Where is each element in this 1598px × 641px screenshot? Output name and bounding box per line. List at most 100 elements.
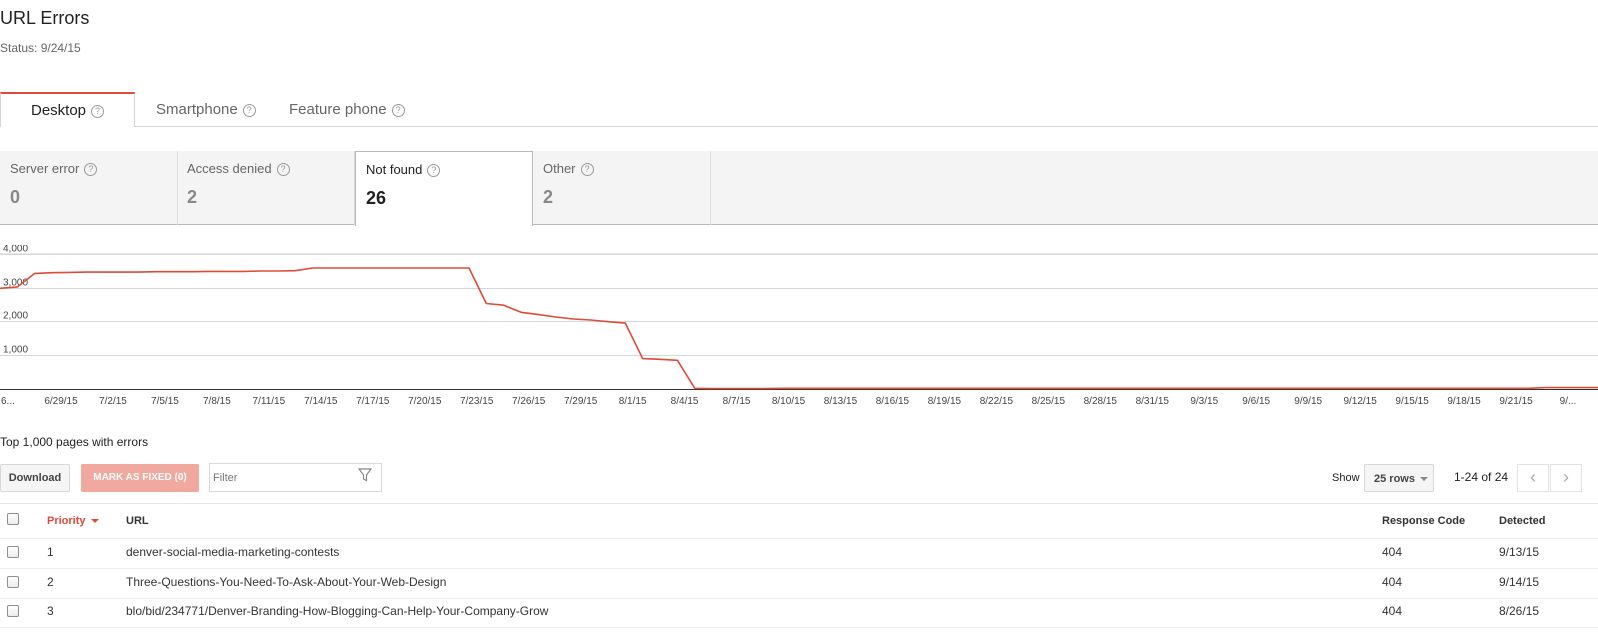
row-checkbox[interactable] bbox=[7, 576, 19, 588]
category-label: Other bbox=[543, 161, 576, 176]
tab-label: Desktop bbox=[30, 102, 87, 119]
row-priority: 2 bbox=[47, 575, 54, 589]
page-title: URL Errors bbox=[0, 8, 90, 28]
table-top-divider bbox=[0, 503, 1598, 504]
x-tick-label: 7/5/15 bbox=[151, 396, 179, 407]
x-tick-label: 7/26/15 bbox=[512, 396, 546, 407]
x-tick-label: 9/6/15 bbox=[1242, 396, 1270, 407]
row-response-code: 404 bbox=[1382, 604, 1403, 618]
column-header-detected[interactable]: Detected bbox=[1499, 515, 1545, 527]
x-tick-label: 8/28/15 bbox=[1084, 396, 1118, 407]
row-response-code: 404 bbox=[1382, 575, 1403, 589]
x-tick-label: 6... bbox=[1, 396, 15, 407]
table-row-divider bbox=[0, 627, 1598, 628]
prev-page-button[interactable]: ‹ bbox=[1517, 464, 1549, 492]
next-page-button[interactable]: › bbox=[1550, 464, 1582, 492]
x-tick-label: 8/16/15 bbox=[876, 396, 910, 407]
category-other[interactable]: Other? 2 bbox=[533, 151, 711, 225]
x-tick-label: 6/29/15 bbox=[44, 396, 78, 407]
table-row-divider bbox=[0, 568, 1598, 569]
tab-label: Smartphone bbox=[156, 101, 238, 118]
y-tick-label: 2,000 bbox=[3, 311, 28, 322]
help-icon[interactable]: ? bbox=[391, 103, 405, 117]
help-icon[interactable]: ? bbox=[580, 163, 594, 177]
tab-feature-phone[interactable]: Feature phone? bbox=[289, 92, 405, 127]
x-tick-label: 8/10/15 bbox=[772, 396, 806, 407]
x-tick-label: 7/11/15 bbox=[253, 396, 286, 407]
row-url[interactable]: denver-social-media-marketing-contests bbox=[126, 545, 339, 559]
x-tick-label: 9/15/15 bbox=[1395, 396, 1429, 407]
row-priority: 3 bbox=[47, 604, 54, 618]
row-url[interactable]: Three-Questions-You-Need-To-Ask-About-Yo… bbox=[126, 575, 446, 589]
series-line bbox=[0, 267, 1598, 390]
mark-as-fixed-button[interactable]: MARK AS FIXED (0) bbox=[81, 464, 199, 492]
row-detected: 9/14/15 bbox=[1499, 575, 1540, 589]
x-tick-label: 8/22/15 bbox=[980, 396, 1014, 407]
x-tick-label: 7/29/15 bbox=[564, 396, 598, 407]
filter-icon[interactable] bbox=[358, 468, 372, 482]
help-icon[interactable]: ? bbox=[84, 163, 98, 177]
y-tick-label: 1,000 bbox=[3, 345, 28, 356]
download-button[interactable]: Download bbox=[0, 464, 70, 492]
help-icon[interactable]: ? bbox=[242, 103, 256, 117]
sort-desc-icon bbox=[90, 519, 99, 524]
category-count: 2 bbox=[543, 187, 554, 208]
row-detected: 8/26/15 bbox=[1499, 604, 1540, 618]
table-heading: Top 1,000 pages with errors bbox=[0, 435, 149, 449]
x-tick-label: 9/3/15 bbox=[1190, 396, 1218, 407]
category-label: Access denied bbox=[187, 161, 272, 176]
row-checkbox[interactable] bbox=[7, 546, 19, 558]
column-header-label: Priority bbox=[47, 515, 86, 527]
row-response-code: 404 bbox=[1382, 545, 1403, 559]
x-tick-label: 9/9/15 bbox=[1294, 396, 1322, 407]
row-url[interactable]: blo/bid/234771/Denver-Branding-How-Blogg… bbox=[126, 604, 548, 618]
x-tick-label: 8/1/15 bbox=[619, 396, 647, 407]
row-detected: 9/13/15 bbox=[1499, 545, 1540, 559]
category-server-error[interactable]: Server error? 0 bbox=[0, 151, 178, 225]
errors-line-chart: 1,0002,0003,0004,0006... 6/29/15 7/2/15 7/5… bbox=[0, 245, 1598, 407]
category-label: Not found bbox=[366, 162, 423, 177]
x-tick-label: 8/31/15 bbox=[1136, 396, 1170, 407]
tab-desktop[interactable]: Desktop? bbox=[0, 92, 135, 127]
show-label: Show bbox=[1332, 472, 1360, 484]
x-tick-label: 8/19/15 bbox=[928, 396, 962, 407]
tab-label: Feature phone bbox=[289, 101, 387, 118]
column-header-response-code[interactable]: Response Code bbox=[1382, 515, 1465, 527]
help-icon[interactable]: ? bbox=[276, 163, 290, 177]
x-tick-label: 7/14/15 bbox=[304, 396, 338, 407]
y-tick-label: 4,000 bbox=[3, 245, 28, 255]
x-tick-label: 9/21/15 bbox=[1499, 396, 1533, 407]
select-all-checkbox[interactable] bbox=[7, 513, 19, 525]
x-tick-label: 8/4/15 bbox=[671, 396, 699, 407]
pagination-range: 1-24 of 24 bbox=[1454, 470, 1509, 484]
category-access-denied[interactable]: Access denied? 2 bbox=[177, 151, 355, 225]
x-tick-label: 8/13/15 bbox=[824, 396, 858, 407]
category-count: 26 bbox=[366, 188, 387, 209]
row-priority: 1 bbox=[47, 545, 54, 559]
table-row-divider bbox=[0, 598, 1598, 599]
rows-per-page-select[interactable]: 25 rows bbox=[1364, 464, 1434, 492]
x-tick-label: 8/7/15 bbox=[723, 396, 751, 407]
column-header-priority[interactable]: Priority bbox=[47, 515, 99, 527]
help-icon[interactable]: ? bbox=[91, 104, 105, 118]
table-header-divider bbox=[0, 538, 1598, 539]
x-tick-label: 9/... bbox=[1560, 396, 1577, 407]
rows-per-page-value: 25 rows bbox=[1374, 473, 1415, 485]
category-count: 2 bbox=[187, 187, 198, 208]
x-tick-label: 7/8/15 bbox=[203, 396, 231, 407]
category-label: Server error bbox=[10, 161, 80, 176]
status-date: Status: 9/24/15 bbox=[0, 41, 81, 55]
x-tick-label: 7/17/15 bbox=[356, 396, 390, 407]
filter-input[interactable] bbox=[209, 463, 382, 492]
row-checkbox[interactable] bbox=[7, 605, 19, 617]
x-tick-label: 7/23/15 bbox=[460, 396, 494, 407]
tab-smartphone[interactable]: Smartphone? bbox=[156, 92, 256, 127]
column-header-url[interactable]: URL bbox=[126, 515, 149, 527]
x-tick-label: 9/18/15 bbox=[1447, 396, 1481, 407]
x-tick-label: 8/25/15 bbox=[1032, 396, 1066, 407]
chevron-down-icon bbox=[1419, 477, 1428, 482]
category-not-found[interactable]: Not found? 26 bbox=[355, 151, 533, 226]
x-tick-label: 7/20/15 bbox=[408, 396, 442, 407]
help-icon[interactable]: ? bbox=[427, 164, 441, 178]
x-tick-label: 9/12/15 bbox=[1343, 396, 1377, 407]
